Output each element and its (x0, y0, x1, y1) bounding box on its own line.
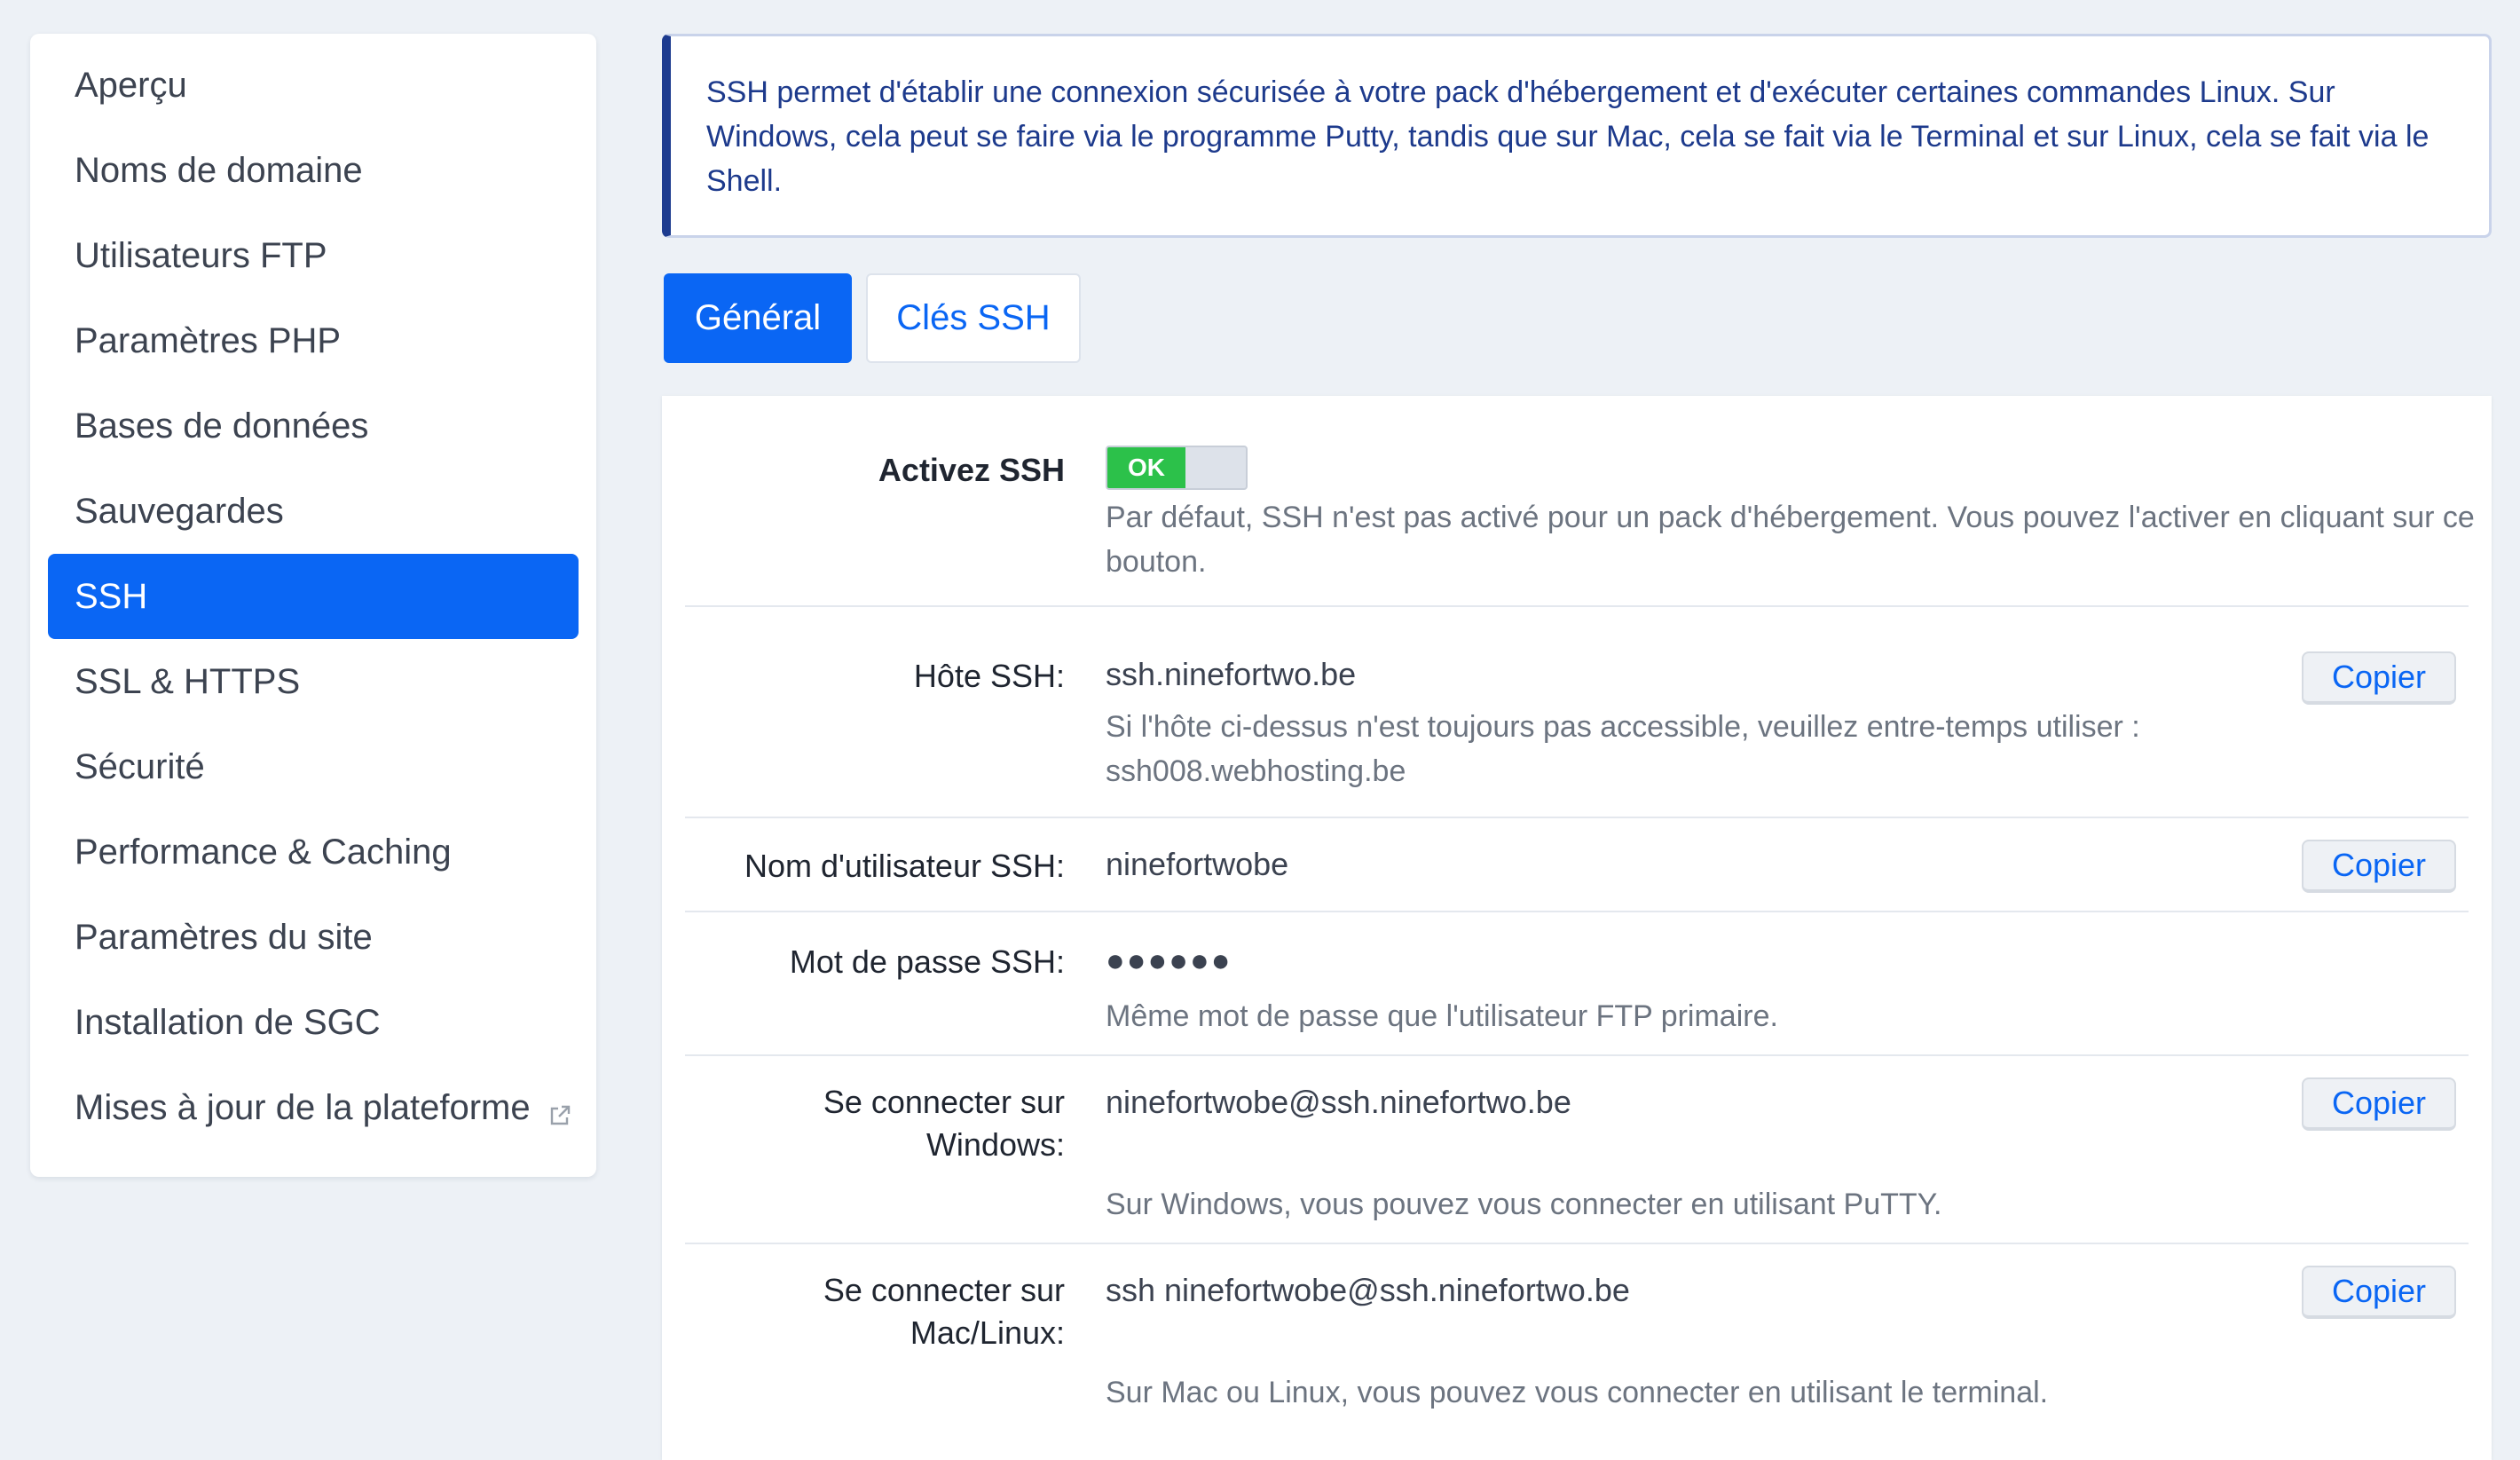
tab-general[interactable]: Général (664, 273, 852, 363)
connect-windows-label-line2: Windows: (925, 1126, 1065, 1163)
sidebar-item-label: SSH (75, 576, 148, 616)
ssh-username-value: ninefortwobe (1106, 846, 1289, 882)
connect-windows-label-line1: Se connecter sur (823, 1084, 1065, 1120)
sidebar-item-performance-caching[interactable]: Performance & Caching (48, 809, 579, 895)
sidebar-item-label: Utilisateurs FTP (75, 235, 327, 275)
activate-ssh-row: Activez SSH OK Par défaut, SSH n'est pas… (685, 396, 2475, 607)
external-link-icon (548, 1096, 571, 1125)
ssh-password-label: Mot de passe SSH: (789, 943, 1065, 980)
sidebar-item-label: Installation de SGC (75, 1002, 381, 1042)
sidebar-item-label: Sécurité (75, 746, 205, 786)
connect-mac-label-line1: Se connecter sur (823, 1272, 1065, 1308)
sidebar-item-label: Aperçu (75, 65, 187, 105)
ssh-toggle-on-label: OK (1107, 447, 1185, 488)
sidebar-item-label: SSL & HTTPS (75, 661, 301, 701)
sidebar-item-ssl-https[interactable]: SSL & HTTPS (48, 639, 579, 724)
ssh-info-banner: SSH permet d'établir une connexion sécur… (662, 34, 2492, 238)
ssh-host-label: Hôte SSH: (913, 658, 1065, 694)
sidebar-item-mises-a-jour[interactable]: Mises à jour de la plateforme (48, 1065, 579, 1150)
connect-windows-help: Sur Windows, vous pouvez vous connecter … (1106, 1188, 1942, 1221)
ssh-password-help: Même mot de passe que l'utilisateur FTP … (1106, 999, 1778, 1033)
sidebar-item-bases-de-donnees[interactable]: Bases de données (48, 383, 579, 469)
ssh-host-row: Hôte SSH: ssh.ninefortwo.be Si l'hôte ci… (685, 607, 2469, 818)
ssh-toggle[interactable]: OK (1106, 446, 1248, 490)
sidebar-item-noms-de-domaine[interactable]: Noms de domaine (48, 128, 579, 213)
sidebar-item-label: Paramètres PHP (75, 320, 342, 360)
connect-windows-row: Se connecter sur Windows: ninefortwobe@s… (685, 1056, 2469, 1244)
connect-mac-value: ssh ninefortwobe@ssh.ninefortwo.be (1106, 1272, 1630, 1308)
ssh-password-value: ●●●●●● (1106, 942, 1232, 978)
copy-username-button[interactable]: Copier (2302, 840, 2456, 893)
sidebar-item-label: Paramètres du site (75, 917, 373, 957)
sidebar-item-label: Bases de données (75, 406, 369, 446)
connect-mac-label-line2: Mac/Linux: (910, 1314, 1065, 1351)
sidebar-item-utilisateurs-ftp[interactable]: Utilisateurs FTP (48, 213, 579, 298)
ssh-username-label: Nom d'utilisateur SSH: (744, 848, 1065, 884)
sidebar-item-sauvegardes[interactable]: Sauvegardes (48, 469, 579, 554)
sidebar-item-parametres-du-site[interactable]: Paramètres du site (48, 895, 579, 980)
sidebar-item-label: Noms de domaine (75, 150, 363, 190)
sidebar-item-label: Sauvegardes (75, 491, 284, 531)
sidebar-item-parametres-php[interactable]: Paramètres PHP (48, 298, 579, 383)
connect-mac-row: Se connecter sur Mac/Linux: ssh ninefort… (685, 1244, 2469, 1432)
activate-ssh-help: Par défaut, SSH n'est pas activé pour un… (1106, 501, 2475, 579)
copy-mac-button[interactable]: Copier (2302, 1266, 2456, 1319)
activate-ssh-label: Activez SSH (878, 452, 1065, 488)
sidebar-item-ssh[interactable]: SSH (48, 554, 579, 639)
ssh-host-value: ssh.ninefortwo.be (1106, 656, 1357, 692)
connect-mac-label: Se connecter sur Mac/Linux: (692, 1269, 1065, 1354)
sidebar-item-installation-sgc[interactable]: Installation de SGC (48, 980, 579, 1065)
sidebar-item-apercu[interactable]: Aperçu (48, 43, 579, 128)
sidebar-item-label: Performance & Caching (75, 832, 452, 872)
ssh-username-row: Nom d'utilisateur SSH: ninefortwobe Copi… (685, 818, 2469, 912)
sidebar-item-securite[interactable]: Sécurité (48, 724, 579, 809)
connect-mac-help: Sur Mac ou Linux, vous pouvez vous conne… (1106, 1376, 2049, 1409)
ssh-settings-panel: Activez SSH OK Par défaut, SSH n'est pas… (662, 396, 2492, 1460)
connect-windows-value: ninefortwobe@ssh.ninefortwo.be (1106, 1084, 1571, 1120)
ssh-host-help: Si l'hôte ci-dessus n'est toujours pas a… (1106, 710, 2140, 788)
tab-ssh-keys[interactable]: Clés SSH (866, 273, 1081, 363)
ssh-password-row: Mot de passe SSH: ●●●●●● Même mot de pas… (685, 912, 2469, 1056)
copy-host-button[interactable]: Copier (2302, 651, 2456, 705)
sidebar: Aperçu Noms de domaine Utilisateurs FTP … (30, 34, 596, 1177)
tab-bar: Général Clés SSH (664, 273, 1081, 363)
ssh-info-text: SSH permet d'établir une connexion sécur… (706, 75, 2429, 198)
copy-windows-button[interactable]: Copier (2302, 1077, 2456, 1131)
sidebar-item-label: Mises à jour de la plateforme (75, 1087, 531, 1127)
connect-windows-label: Se connecter sur Windows: (692, 1081, 1065, 1166)
